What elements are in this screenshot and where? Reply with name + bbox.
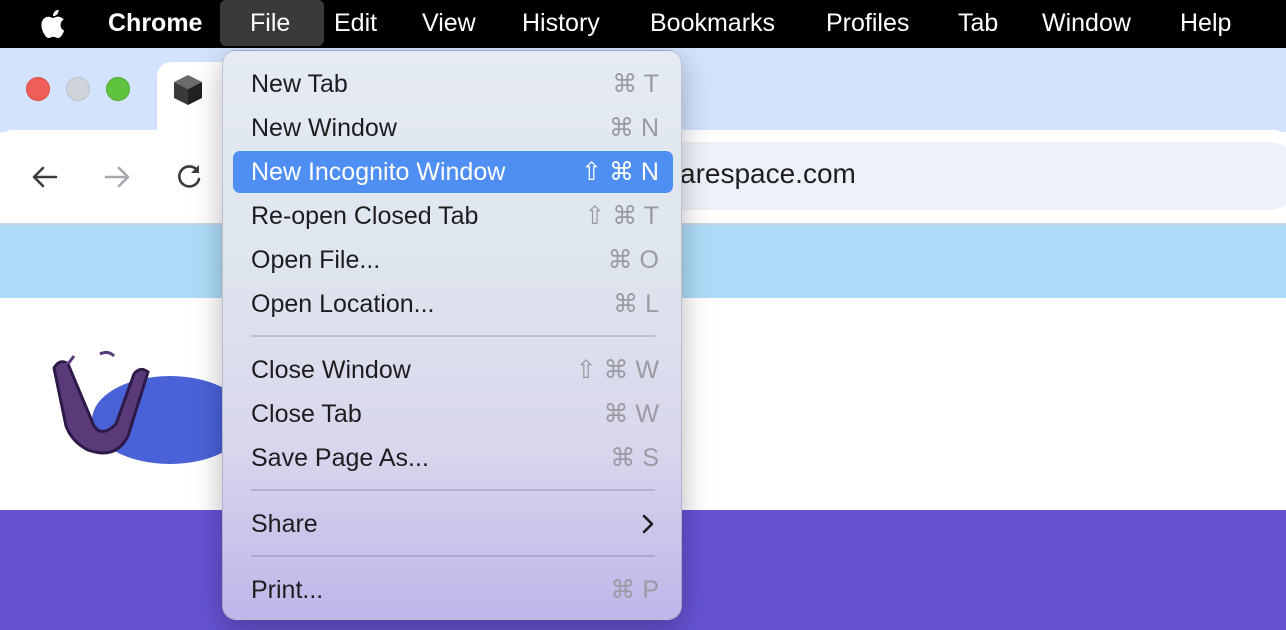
reload-icon[interactable] — [172, 160, 206, 194]
window-zoom-button[interactable] — [106, 77, 130, 101]
menu-item-label: Print... — [251, 576, 324, 604]
menu-item-shortcut: ⇧ ⌘ N — [581, 158, 659, 186]
menu-item-label: New Tab — [251, 70, 348, 98]
menu-item-open-file[interactable]: Open File... ⌘ O — [233, 239, 673, 281]
cube-favicon-icon — [174, 75, 202, 105]
file-menu-dropdown: New Tab ⌘ T New Window ⌘ N New Incognito… — [222, 50, 682, 620]
menu-item-close-window[interactable]: Close Window ⇧ ⌘ W — [233, 349, 673, 391]
menu-tab[interactable]: Tab — [958, 0, 998, 48]
menu-app-name[interactable]: Chrome — [108, 0, 202, 48]
menu-file[interactable]: File — [220, 0, 324, 46]
menu-item-new-incognito-window[interactable]: New Incognito Window ⇧ ⌘ N — [233, 151, 673, 193]
menu-view[interactable]: View — [422, 0, 476, 48]
menu-item-open-location[interactable]: Open Location... ⌘ L — [233, 283, 673, 325]
menu-item-new-tab[interactable]: New Tab ⌘ T — [233, 63, 673, 105]
menu-item-shortcut: ⌘ P — [610, 576, 659, 604]
menu-separator — [251, 555, 655, 557]
menu-item-label: Open Location... — [251, 290, 435, 318]
menu-item-label: Close Window — [251, 356, 411, 384]
menu-separator — [251, 335, 655, 337]
menu-item-label: Open File... — [251, 246, 381, 274]
menu-item-shortcut: ⌘ N — [609, 114, 659, 142]
back-arrow-icon[interactable] — [28, 160, 62, 194]
menu-item-label: New Incognito Window — [251, 158, 506, 186]
menu-item-print[interactable]: Print... ⌘ P — [233, 569, 673, 611]
menu-bookmarks[interactable]: Bookmarks — [650, 0, 775, 48]
menu-profiles[interactable]: Profiles — [826, 0, 909, 48]
menu-item-shortcut: ⌘ O — [607, 246, 659, 274]
menu-item-shortcut: ⌘ L — [613, 290, 659, 318]
menu-item-label: Re-open Closed Tab — [251, 202, 479, 230]
window-minimize-button[interactable] — [66, 77, 90, 101]
menu-item-shortcut: ⇧ ⌘ W — [575, 356, 659, 384]
menu-help[interactable]: Help — [1180, 0, 1231, 48]
menu-item-label: New Window — [251, 114, 397, 142]
menu-item-share[interactable]: Share — [233, 503, 673, 545]
menu-item-shortcut: ⌘ T — [612, 70, 659, 98]
menu-item-label: Share — [251, 510, 318, 538]
menu-item-new-window[interactable]: New Window ⌘ N — [233, 107, 673, 149]
menu-history[interactable]: History — [522, 0, 600, 48]
forward-arrow-icon[interactable] — [100, 160, 134, 194]
menu-window[interactable]: Window — [1042, 0, 1131, 48]
menu-separator — [251, 489, 655, 491]
site-logo[interactable] — [40, 338, 240, 468]
macos-menu-bar: Chrome File Edit View History Bookmarks … — [0, 0, 1286, 48]
menu-item-shortcut: ⇧ ⌘ T — [584, 202, 659, 230]
menu-item-save-page-as[interactable]: Save Page As... ⌘ S — [233, 437, 673, 479]
menu-item-label: Save Page As... — [251, 444, 429, 472]
menu-item-close-tab[interactable]: Close Tab ⌘ W — [233, 393, 673, 435]
chevron-right-icon — [642, 514, 654, 534]
address-bar-url[interactable]: arespace.com — [680, 158, 856, 190]
menu-item-label: Close Tab — [251, 400, 362, 428]
menu-item-shortcut: ⌘ W — [603, 400, 659, 428]
menu-item-reopen-closed-tab[interactable]: Re-open Closed Tab ⇧ ⌘ T — [233, 195, 673, 237]
apple-logo-icon[interactable] — [38, 7, 70, 41]
window-close-button[interactable] — [26, 77, 50, 101]
menu-item-shortcut: ⌘ S — [610, 444, 659, 472]
menu-edit[interactable]: Edit — [334, 0, 377, 48]
